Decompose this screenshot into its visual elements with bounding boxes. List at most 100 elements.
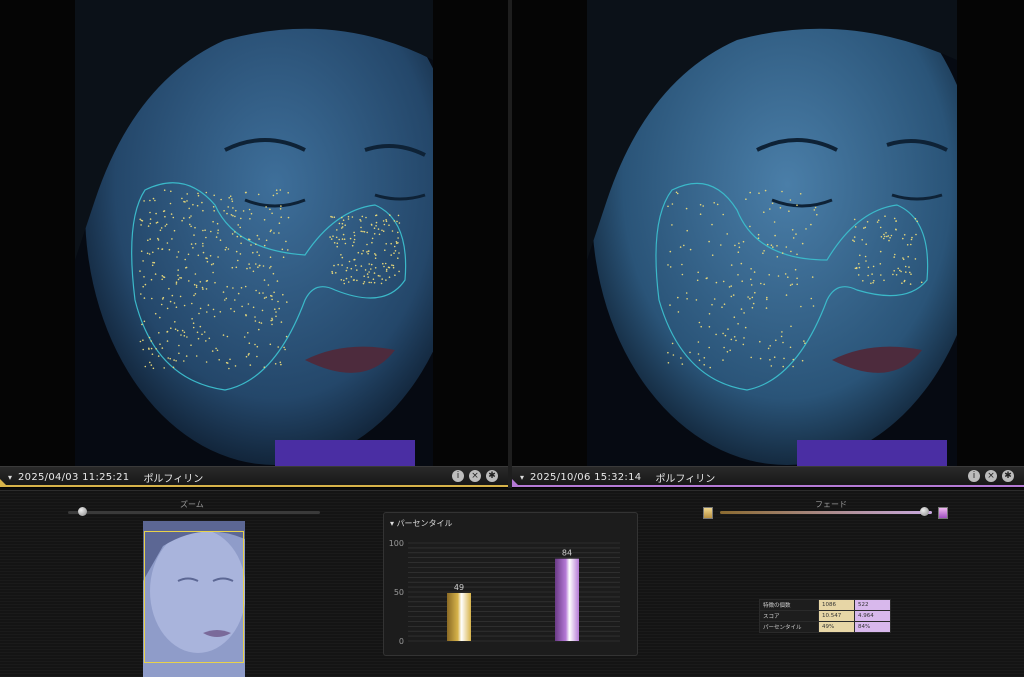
feature-dot: [329, 236, 331, 238]
feature-dot: [880, 236, 883, 238]
right-accent-line: [512, 485, 1024, 487]
feature-dot: [157, 247, 160, 250]
feature-dot: [395, 241, 398, 243]
fade-left-swatch[interactable]: [703, 507, 713, 519]
feature-dot: [201, 333, 203, 336]
feature-dot: [255, 263, 257, 265]
feature-dot: [695, 299, 698, 301]
feature-dot: [228, 367, 230, 370]
feature-dot: [781, 190, 783, 193]
close-icon[interactable]: ×: [985, 470, 997, 482]
feature-dot: [197, 192, 199, 195]
left-timestamp: 2025/04/03 11:25:21: [18, 471, 130, 483]
right-image-panel[interactable]: ▾ 2025/10/06 15:32:14 ポルフィリン i × ✱: [512, 0, 1024, 488]
feature-dot: [160, 227, 163, 229]
feature-dot: [201, 286, 204, 289]
left-image-panel[interactable]: ▾ 2025/04/03 11:25:21 ポルフィリン i × ✱: [0, 0, 508, 488]
feature-dot: [234, 215, 236, 218]
zoom-slider-track[interactable]: [68, 511, 320, 514]
feature-dot: [711, 223, 713, 226]
feature-dot: [374, 257, 377, 260]
feature-dot: [202, 288, 204, 290]
feature-dot: [801, 242, 804, 245]
feature-dot: [254, 316, 256, 318]
feature-dot: [148, 347, 150, 350]
feature-dot: [910, 273, 912, 276]
feature-dot: [272, 272, 275, 275]
feature-dot: [370, 223, 373, 226]
feature-dot: [336, 242, 339, 245]
feature-dot: [231, 200, 234, 203]
navigator-viewport-frame[interactable]: [144, 531, 244, 663]
left-mode-label[interactable]: ポルフィリン: [143, 470, 203, 485]
feature-dot: [194, 243, 197, 245]
feature-dot: [715, 281, 718, 284]
feature-dot: [382, 220, 385, 222]
feature-dot: [199, 307, 202, 310]
feature-dot: [269, 208, 271, 211]
feature-dot: [744, 326, 747, 329]
feature-dot: [159, 343, 161, 346]
feature-dot: [805, 228, 807, 230]
feature-dot: [775, 339, 777, 342]
close-icon[interactable]: ×: [469, 470, 481, 482]
right-face-image[interactable]: [587, 0, 957, 466]
feature-dot: [250, 212, 253, 215]
feature-dot: [879, 263, 882, 265]
feature-dot: [345, 277, 348, 280]
feature-dot: [749, 297, 751, 300]
feature-dot: [184, 258, 186, 261]
feature-dot: [278, 222, 281, 224]
feature-dot: [175, 306, 178, 309]
settings-icon[interactable]: ✱: [1002, 470, 1014, 482]
feature-dot: [393, 252, 395, 254]
feature-dot: [217, 232, 219, 234]
feature-dot: [734, 244, 736, 247]
feature-dot: [776, 255, 779, 258]
feature-dot: [151, 353, 154, 356]
feature-dot: [271, 298, 273, 301]
feature-dot: [397, 242, 399, 244]
feature-dot: [370, 263, 373, 266]
feature-dot: [252, 306, 255, 309]
feature-dot: [909, 271, 911, 274]
feature-dot: [149, 361, 151, 364]
right-mode-label[interactable]: ポルフィリン: [655, 470, 715, 485]
feature-dot: [144, 365, 147, 368]
feature-dot: [150, 347, 153, 350]
feature-dot: [192, 322, 195, 325]
feature-dot: [865, 260, 867, 262]
feature-dot: [780, 335, 783, 338]
feature-dot: [172, 366, 175, 369]
settings-icon[interactable]: ✱: [486, 470, 498, 482]
info-icon[interactable]: i: [452, 470, 464, 482]
feature-dot: [235, 209, 237, 212]
feature-dot: [762, 252, 764, 254]
feature-dot: [142, 339, 144, 342]
feature-dot: [377, 274, 380, 277]
fade-right-swatch[interactable]: [938, 507, 948, 519]
feature-dot: [772, 246, 774, 248]
feature-dot: [257, 266, 259, 269]
feature-dot: [150, 364, 153, 366]
fade-slider-handle[interactable]: [920, 507, 929, 516]
zoom-label: ズーム: [180, 500, 204, 509]
feature-dot: [681, 273, 684, 276]
feature-dot: [173, 302, 176, 304]
feature-dot: [765, 307, 768, 309]
feature-dot: [213, 315, 216, 318]
feature-dot: [675, 191, 678, 194]
feature-dot: [911, 236, 913, 239]
feature-dot: [915, 233, 917, 236]
feature-dot: [270, 229, 272, 231]
left-face-image[interactable]: [75, 0, 433, 466]
feature-dot: [864, 226, 867, 229]
feature-dot: [722, 280, 725, 283]
zoom-slider-handle[interactable]: [78, 507, 87, 516]
feature-dot: [205, 257, 207, 259]
feature-dot: [157, 239, 160, 241]
fade-slider-track[interactable]: [720, 511, 932, 514]
feature-dot: [389, 214, 391, 216]
info-icon[interactable]: i: [968, 470, 980, 482]
feature-dot: [155, 222, 158, 224]
